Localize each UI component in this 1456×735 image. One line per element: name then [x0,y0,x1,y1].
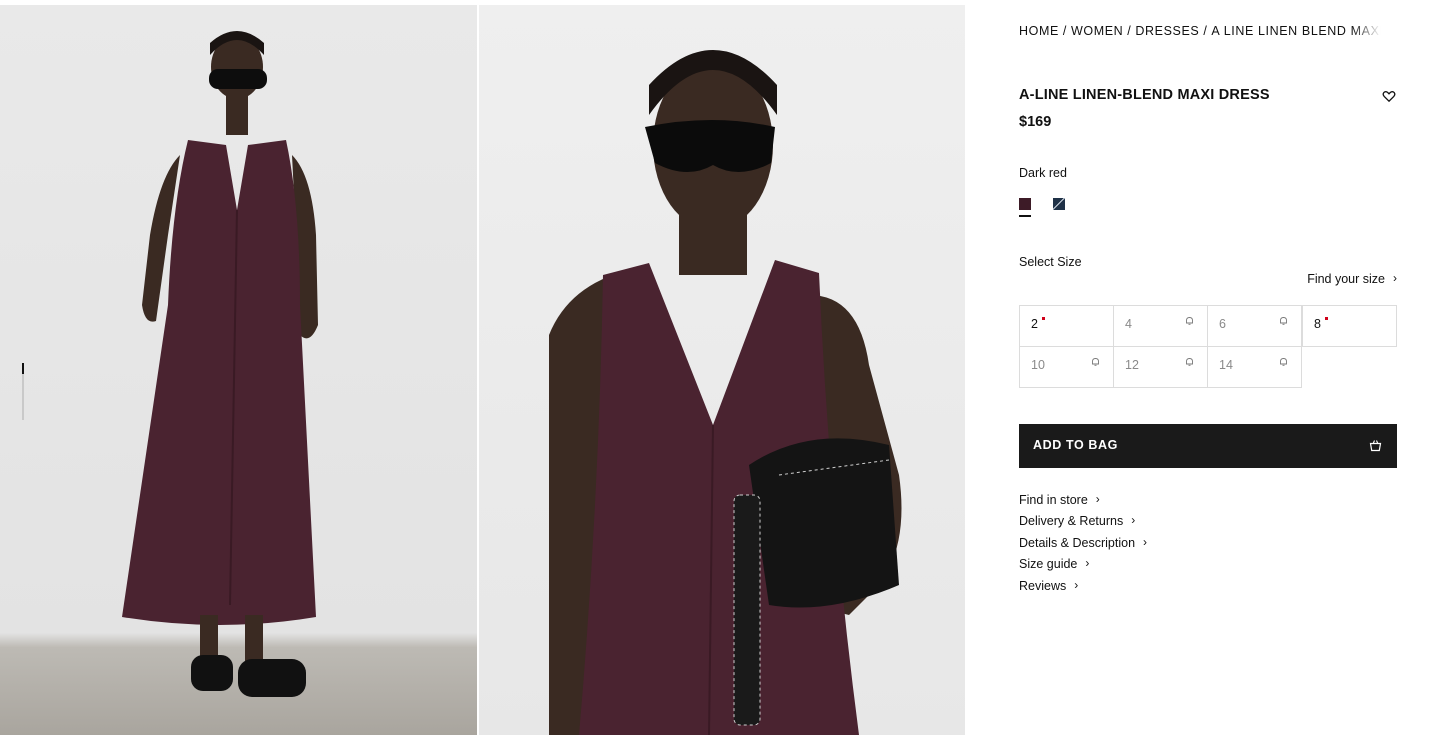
gallery-scroll-indicator[interactable] [22,363,24,420]
bell-icon [1280,317,1287,325]
find-your-size-link[interactable]: Find your size › [1307,271,1397,286]
model-close-up-illustration [549,50,902,735]
select-size-label: Select Size [1019,255,1082,269]
breadcrumb-home[interactable]: HOME [1019,24,1059,38]
list-item: Find in store › [1019,492,1147,514]
list-item: Delivery & Returns › [1019,513,1147,535]
add-to-bag-label: ADD TO BAG [1033,438,1118,452]
find-in-store-link[interactable]: Find in store › [1019,492,1100,507]
size-option-label: 8 [1314,317,1321,331]
size-option-14[interactable]: 14 [1207,346,1302,388]
selected-color-name: Dark red [1019,166,1067,180]
size-option-label: 6 [1219,317,1226,331]
gallery-scroll-indicator-fill [22,363,24,375]
chevron-right-icon: › [1074,577,1079,592]
size-option-label: 4 [1125,317,1132,331]
link-label: Reviews [1019,578,1067,593]
product-title: A-LINE LINEN-BLEND MAXI DRESS [1019,87,1270,103]
size-option-label: 12 [1125,358,1139,372]
size-guide-link[interactable]: Size guide › [1019,556,1090,572]
shopping-bag-icon [1369,440,1382,452]
breadcrumb-separator: / [1062,24,1067,38]
reviews-link[interactable]: Reviews › [1019,577,1079,593]
size-option-4[interactable]: 4 [1113,305,1208,347]
chevron-right-icon: › [1393,271,1397,285]
wishlist-button[interactable] [1381,88,1397,104]
list-item: Details & Description › [1019,534,1148,557]
bell-icon [1280,358,1287,366]
chevron-right-icon: › [1143,534,1148,549]
link-label: Size guide [1019,557,1078,572]
heart-icon [1382,91,1396,103]
product-image-full-length[interactable] [0,5,477,735]
product-image-close-up[interactable] [479,5,965,735]
list-item: Size guide › [1019,556,1147,578]
breadcrumb: HOME / WOMEN / DRESSES / A LINE LINEN BLEND MA… [1019,24,1381,38]
product-info-panel: HOME / WOMEN / DRESSES / A LINE LINEN BLEND MA… [1019,0,1397,735]
low-stock-dot-icon [1325,317,1328,320]
size-option-10[interactable]: 10 [1019,346,1114,388]
details-description-link[interactable]: Details & Description › [1019,534,1148,550]
breadcrumb-dresses[interactable]: DRESSES [1135,24,1199,38]
product-price: $169 [1019,114,1052,130]
size-option-label: 2 [1031,317,1038,331]
size-option-label: 10 [1031,358,1045,372]
bell-icon [1186,317,1193,325]
breadcrumb-current: A LINE LINEN BLEND MAXI DRESS [1211,24,1381,38]
link-label: Find in store [1019,493,1088,507]
product-links-list: Find in store › Delivery & Returns › Detai… [1019,492,1148,600]
size-option-8[interactable]: 8 [1302,305,1397,347]
add-to-bag-button[interactable]: ADD TO BAG [1019,424,1397,468]
breadcrumb-women[interactable]: WOMEN [1071,24,1123,38]
chevron-right-icon: › [1085,556,1090,571]
size-selector: 2 4 6 8 10 12 14 [1019,305,1397,388]
list-item: Reviews › [1019,577,1147,600]
delivery-returns-link[interactable]: Delivery & Returns › [1019,513,1136,529]
size-option-label: 14 [1219,358,1233,372]
size-option-12[interactable]: 12 [1113,346,1208,388]
link-label: Details & Description [1019,535,1136,550]
model-full-length-illustration [122,31,318,697]
color-swatch-navy[interactable] [1053,198,1065,210]
chevron-right-icon: › [1095,492,1100,506]
chevron-right-icon: › [1131,513,1136,528]
bell-icon [1186,358,1193,366]
link-label: Delivery & Returns [1019,514,1124,529]
bell-icon [1092,358,1099,366]
product-gallery [0,5,965,735]
color-swatch-dark-red[interactable] [1019,198,1031,210]
breadcrumb-separator: / [1203,24,1208,38]
selected-swatch-indicator [1019,215,1031,217]
size-option-2[interactable]: 2 [1019,305,1114,347]
find-your-size-label: Find your size [1307,272,1385,286]
breadcrumb-separator: / [1127,24,1132,38]
low-stock-dot-icon [1042,317,1045,320]
size-option-6[interactable]: 6 [1207,305,1302,347]
